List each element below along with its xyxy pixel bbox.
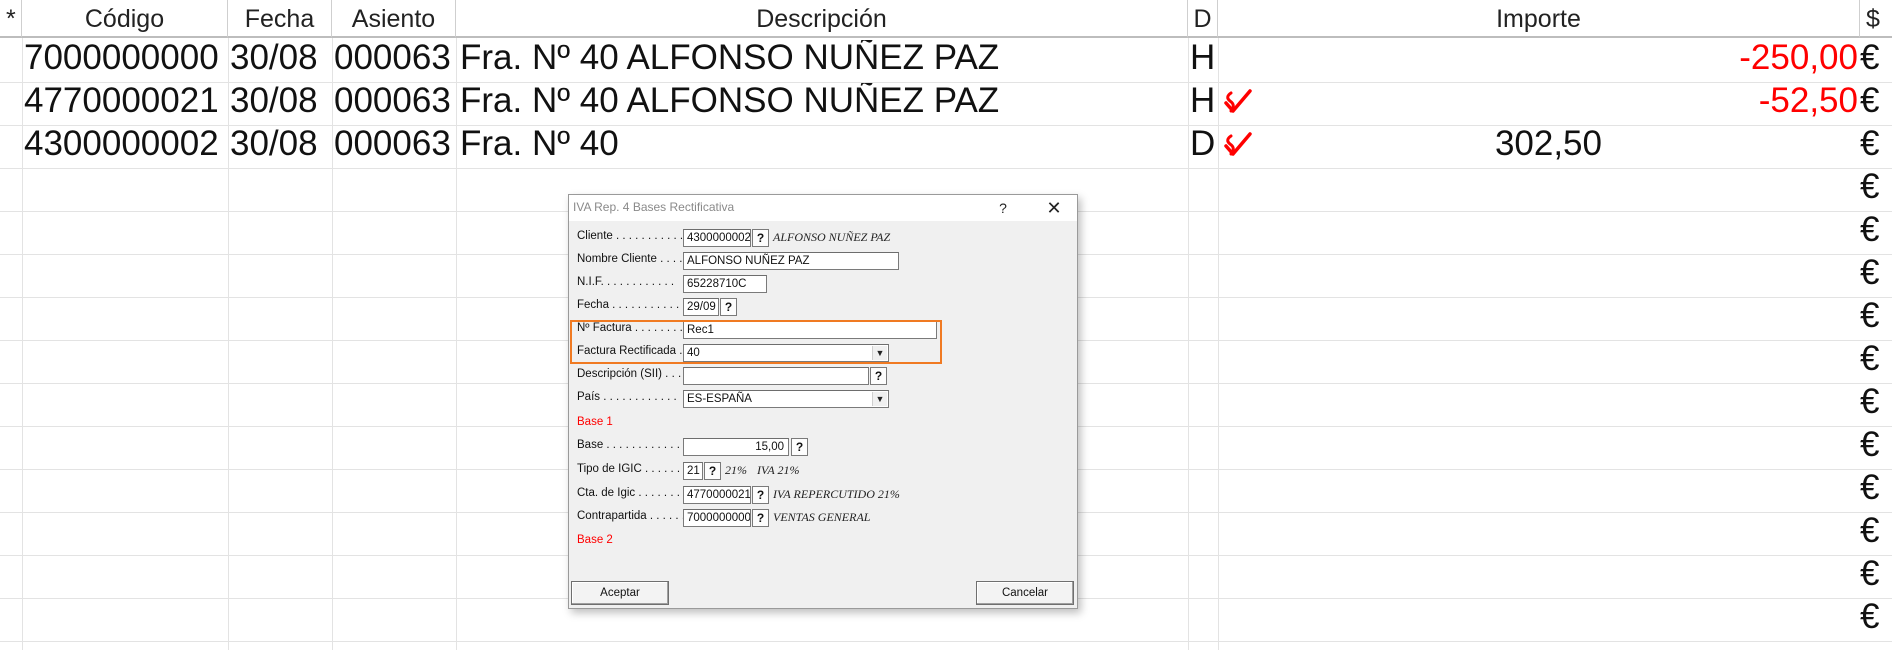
moneda-cell[interactable]: €	[1860, 255, 1892, 291]
moneda-cell[interactable]: €	[1860, 298, 1892, 334]
pais-label: País . . . . . . . . . . . .	[577, 391, 677, 403]
fecha-cell[interactable]: 30/08	[230, 40, 332, 76]
header-fecha[interactable]: Fecha	[228, 0, 332, 38]
cliente-label: Cliente . . . . . . . . . . .	[577, 230, 684, 242]
asiento-cell[interactable]: 000063	[334, 83, 456, 119]
descripcion-sii-lookup-button[interactable]: ?	[870, 367, 887, 385]
fecha-cell[interactable]: 30/08	[230, 126, 332, 162]
cliente-lookup-button[interactable]: ?	[752, 229, 769, 247]
contrapartida-lookup-button[interactable]: ?	[752, 509, 769, 527]
base-lookup-button[interactable]: ?	[791, 438, 808, 456]
tipo-igic-input[interactable]: 21	[683, 462, 703, 480]
highlight-box	[570, 320, 942, 364]
moneda-cell[interactable]: €	[1860, 384, 1892, 420]
tipo-igic-description: IVA 21%	[757, 463, 800, 477]
descripcion-sii-input[interactable]	[683, 367, 869, 385]
tipo-igic-percent: 21%	[725, 463, 747, 477]
nif-input[interactable]: 65228710C	[683, 275, 767, 293]
aceptar-button[interactable]: Aceptar	[571, 581, 669, 605]
chevron-down-icon[interactable]: ▼	[872, 392, 887, 406]
fecha-label: Fecha . . . . . . . . . . .	[577, 299, 680, 311]
contrapartida-label: Contrapartida . . . . . .	[577, 510, 686, 522]
cliente-description: ALFONSO NUÑEZ PAZ	[773, 230, 891, 244]
codigo-cell[interactable]: 7000000000	[24, 40, 228, 76]
d-cell[interactable]: H	[1190, 40, 1218, 76]
cta-igic-description: IVA REPERCUTIDO 21%	[773, 487, 900, 501]
descripcion-cell[interactable]: Fra. Nº 40	[460, 126, 1188, 162]
codigo-cell[interactable]: 4770000021	[24, 83, 228, 119]
table-row[interactable]: 4300000002 30/08 000063 Fra. Nº 40 D 302,50 €	[0, 126, 1892, 169]
asiento-cell[interactable]: 000063	[334, 40, 456, 76]
moneda-cell[interactable]: €	[1860, 169, 1892, 205]
pais-value: ES-ESPAÑA	[687, 393, 752, 405]
header-asiento[interactable]: Asiento	[332, 0, 456, 38]
moneda-cell[interactable]: €	[1860, 427, 1892, 463]
moneda-cell[interactable]: €	[1860, 470, 1892, 506]
base-input[interactable]: 15,00	[683, 438, 789, 456]
fecha-cell[interactable]: 30/08	[230, 83, 332, 119]
table-row[interactable]: 7000000000 30/08 000063 Fra. Nº 40 ALFONSO …	[0, 40, 1892, 83]
contrapartida-input[interactable]: 7000000000	[683, 509, 751, 527]
dialog-title: IVA Rep. 4 Bases Rectificativa	[573, 200, 735, 214]
table-row[interactable]: 4770000021 30/08 000063 Fra. Nº 40 ALFONSO …	[0, 83, 1892, 126]
moneda-cell[interactable]: €	[1860, 40, 1892, 76]
base2-section-title: Base 2	[577, 534, 613, 546]
moneda-cell[interactable]: €	[1860, 212, 1892, 248]
codigo-cell[interactable]: 4300000002	[24, 126, 228, 162]
contrapartida-description: VENTAS GENERAL	[773, 510, 871, 524]
fecha-input[interactable]: 29/09	[683, 298, 719, 316]
importe-cell[interactable]: 302,50	[1222, 126, 1602, 162]
cta-igic-label: Cta. de Igic . . . . . . .	[577, 487, 680, 499]
base1-section-title: Base 1	[577, 416, 613, 428]
tipo-igic-lookup-button[interactable]: ?	[704, 462, 721, 480]
descripcion-cell[interactable]: Fra. Nº 40 ALFONSO NUÑEZ PAZ	[460, 83, 1188, 119]
header-star[interactable]: *	[0, 0, 22, 38]
cta-igic-lookup-button[interactable]: ?	[752, 486, 769, 504]
descripcion-sii-label: Descripción (SII) . . .	[577, 368, 682, 380]
d-cell[interactable]: H	[1190, 83, 1218, 119]
dialog-title-bar[interactable]: IVA Rep. 4 Bases Rectificativa ? ✕	[569, 195, 1077, 221]
tipo-igic-label: Tipo de IGIC . . . . . .	[577, 463, 681, 475]
close-button[interactable]: ✕	[1041, 196, 1067, 220]
nombre-cliente-input[interactable]: ALFONSO NUÑEZ PAZ	[683, 252, 899, 270]
descripcion-cell[interactable]: Fra. Nº 40 ALFONSO NUÑEZ PAZ	[460, 40, 1188, 76]
asiento-cell[interactable]: 000063	[334, 126, 456, 162]
moneda-cell[interactable]: €	[1860, 513, 1892, 549]
nombre-cliente-label: Nombre Cliente . . . .	[577, 253, 683, 265]
base-label: Base . . . . . . . . . . . .	[577, 439, 680, 451]
help-button[interactable]: ?	[993, 197, 1013, 219]
moneda-cell[interactable]: €	[1860, 83, 1892, 119]
nif-label: N.I.F. . . . . . . . . . . .	[577, 276, 675, 288]
header-importe[interactable]: Importe	[1218, 0, 1860, 38]
pais-select[interactable]: ES-ESPAÑA ▼	[683, 390, 889, 408]
header-descripcion[interactable]: Descripción	[456, 0, 1188, 38]
d-cell[interactable]: D	[1190, 126, 1218, 162]
moneda-cell[interactable]: €	[1860, 599, 1892, 635]
cancelar-button[interactable]: Cancelar	[976, 581, 1074, 605]
cta-igic-input[interactable]: 4770000021	[683, 486, 751, 504]
moneda-cell[interactable]: €	[1860, 341, 1892, 377]
cliente-input[interactable]: 4300000002	[683, 229, 751, 247]
importe-cell[interactable]: -52,50	[1222, 83, 1858, 119]
moneda-cell[interactable]: €	[1860, 556, 1892, 592]
moneda-cell[interactable]: €	[1860, 126, 1892, 162]
header-moneda[interactable]: $	[1860, 0, 1892, 38]
iva-rectificativa-dialog: IVA Rep. 4 Bases Rectificativa ? ✕ Clien…	[568, 194, 1078, 609]
header-codigo[interactable]: Código	[22, 0, 228, 38]
fecha-calendar-button[interactable]: ?	[720, 298, 737, 316]
header-d[interactable]: D	[1188, 0, 1218, 38]
importe-cell[interactable]: -250,00	[1222, 40, 1858, 76]
